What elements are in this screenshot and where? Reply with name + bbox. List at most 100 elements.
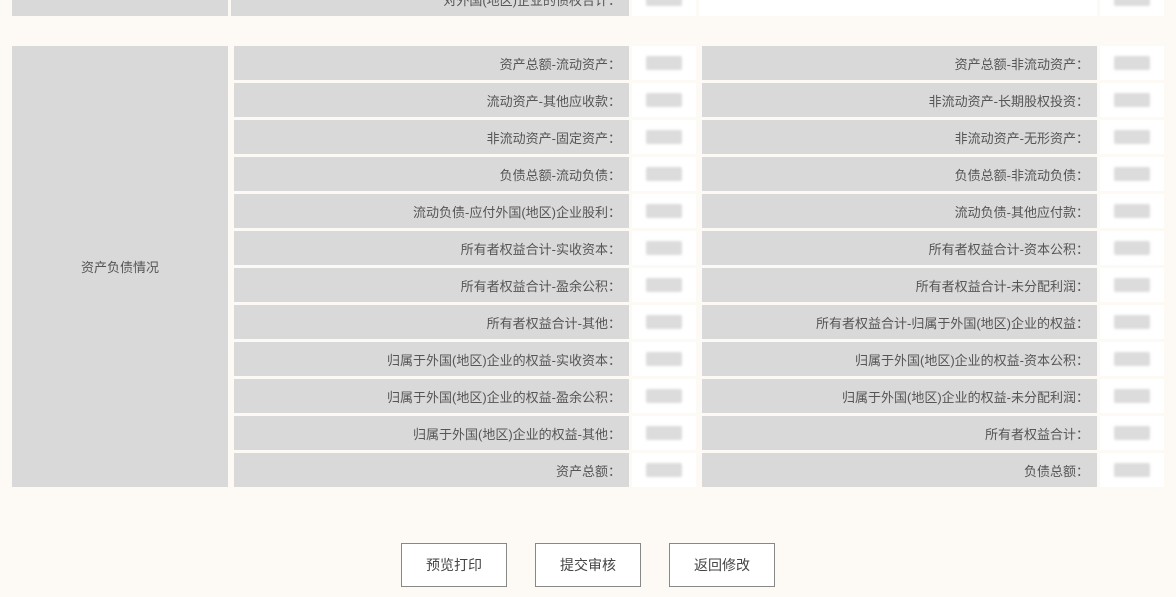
return-modify-button[interactable]: 返回修改 — [669, 543, 775, 587]
pair-right: 非流动资产-无形资产： — [702, 120, 1164, 154]
value-blur — [646, 93, 682, 107]
pair-left: 归属于外国(地区)企业的权益-实收资本： — [234, 342, 696, 376]
submit-review-button[interactable]: 提交审核 — [535, 543, 641, 587]
preview-print-button[interactable]: 预览打印 — [401, 543, 507, 587]
top-partial-section: 对外国(地区)企业的债权合计： — [12, 0, 1164, 16]
pair-grid: 资产总额-流动资产： 资产总额-非流动资产： 流动资产-其他应收款： 非流动资产-长期… — [234, 46, 1164, 487]
form-value — [632, 416, 696, 450]
form-value — [1100, 46, 1164, 80]
pair-row: 所有者权益合计-实收资本： 所有者权益合计-资本公积： — [234, 231, 1164, 265]
value-blur — [646, 463, 682, 477]
value-blur — [1114, 56, 1150, 70]
value-blur — [1114, 426, 1150, 440]
main-row-container: 资产负债情况 资产总额-流动资产：资产总额-非流动资产：流动资产-其他应收款：非… — [12, 46, 1164, 487]
top-row-blank-label — [699, 0, 1097, 16]
form-label: 所有者权益合计-未分配利润： — [702, 268, 1097, 302]
value-blur — [646, 130, 682, 144]
value-blur — [646, 389, 682, 403]
form-label: 所有者权益合计-实收资本： — [234, 231, 629, 265]
form-label: 负债总额-流动负债： — [234, 157, 629, 191]
form-label: 流动负债-其他应付款： — [702, 194, 1097, 228]
value-blur — [1114, 167, 1150, 181]
section-category-label: 资产负债情况 — [12, 46, 228, 487]
form-label: 非流动资产-长期股权投资： — [702, 83, 1097, 117]
form-value — [1100, 120, 1164, 154]
form-value — [632, 194, 696, 228]
pair-right: 资产总额-非流动资产： — [702, 46, 1164, 80]
form-label: 资产总额-流动资产： — [234, 46, 629, 80]
pair-row: 流动负债-应付外国(地区)企业股利： 流动负债-其他应付款： — [234, 194, 1164, 228]
top-row: 对外国(地区)企业的债权合计： — [12, 0, 1164, 16]
value-blur — [646, 278, 682, 292]
pair-right: 所有者权益合计-归属于外国(地区)企业的权益： — [702, 305, 1164, 339]
pair-left: 所有者权益合计-盈余公积： — [234, 268, 696, 302]
pair-right: 所有者权益合计-资本公积： — [702, 231, 1164, 265]
form-value — [632, 342, 696, 376]
form-label: 归属于外国(地区)企业的权益-未分配利润： — [702, 379, 1097, 413]
form-label: 资产总额-非流动资产： — [702, 46, 1097, 80]
value-blur — [646, 241, 682, 255]
pair-left: 所有者权益合计-实收资本： — [234, 231, 696, 265]
form-value — [632, 46, 696, 80]
pair-left: 资产总额-流动资产： — [234, 46, 696, 80]
form-label: 所有者权益合计-资本公积： — [702, 231, 1097, 265]
form-value — [632, 157, 696, 191]
pair-left: 非流动资产-固定资产： — [234, 120, 696, 154]
pair-row: 资产总额-流动资产： 资产总额-非流动资产： — [234, 46, 1164, 80]
form-value — [1100, 83, 1164, 117]
form-label: 资产总额： — [234, 453, 629, 487]
value-blur — [646, 204, 682, 218]
pair-left: 归属于外国(地区)企业的权益-盈余公积： — [234, 379, 696, 413]
form-value — [1100, 342, 1164, 376]
value-blur — [1114, 352, 1150, 366]
form-label: 非流动资产-无形资产： — [702, 120, 1097, 154]
value-blur — [646, 0, 682, 6]
value-blur — [646, 167, 682, 181]
pair-row: 负债总额-流动负债： 负债总额-非流动负债： — [234, 157, 1164, 191]
top-category-empty — [12, 0, 228, 16]
value-blur — [646, 426, 682, 440]
form-value — [1100, 268, 1164, 302]
value-blur — [1114, 204, 1150, 218]
main-section: 资产负债情况 资产总额-流动资产：资产总额-非流动资产：流动资产-其他应收款：非… — [12, 46, 1164, 487]
form-value — [632, 305, 696, 339]
pair-left: 资产总额： — [234, 453, 696, 487]
action-button-row: 预览打印 提交审核 返回修改 — [0, 543, 1176, 587]
pair-right: 归属于外国(地区)企业的权益-未分配利润： — [702, 379, 1164, 413]
value-blur — [646, 315, 682, 329]
form-label: 所有者权益合计-盈余公积： — [234, 268, 629, 302]
top-row-value — [632, 0, 696, 16]
form-label: 非流动资产-固定资产： — [234, 120, 629, 154]
pair-left: 负债总额-流动负债： — [234, 157, 696, 191]
pair-right: 所有者权益合计： — [702, 416, 1164, 450]
pair-left: 流动负债-应付外国(地区)企业股利： — [234, 194, 696, 228]
form-label: 流动资产-其他应收款： — [234, 83, 629, 117]
form-value — [1100, 305, 1164, 339]
form-label: 归属于外国(地区)企业的权益-实收资本： — [234, 342, 629, 376]
pair-right: 负债总额： — [702, 453, 1164, 487]
form-value — [1100, 416, 1164, 450]
pair-right: 非流动资产-长期股权投资： — [702, 83, 1164, 117]
pair-row: 资产总额： 负债总额： — [234, 453, 1164, 487]
value-blur — [1114, 130, 1150, 144]
form-label: 归属于外国(地区)企业的权益-盈余公积： — [234, 379, 629, 413]
pair-right: 负债总额-非流动负债： — [702, 157, 1164, 191]
value-blur — [1114, 0, 1150, 6]
pair-row: 归属于外国(地区)企业的权益-其他：所有者权益合计： — [234, 416, 1164, 450]
pair-row: 所有者权益合计-盈余公积： 所有者权益合计-未分配利润： — [234, 268, 1164, 302]
pair-right: 归属于外国(地区)企业的权益-资本公积： — [702, 342, 1164, 376]
pair-row: 归属于外国(地区)企业的权益-实收资本： 归属于外国(地区)企业的权益-资本公积： — [234, 342, 1164, 376]
form-label: 所有者权益合计： — [702, 416, 1097, 450]
form-value — [1100, 453, 1164, 487]
form-value — [632, 83, 696, 117]
value-blur — [1114, 278, 1150, 292]
value-blur — [646, 352, 682, 366]
form-value — [1100, 194, 1164, 228]
form-value — [632, 120, 696, 154]
value-blur — [1114, 389, 1150, 403]
pair-left: 所有者权益合计-其他： — [234, 305, 696, 339]
form-value — [632, 379, 696, 413]
form-label: 所有者权益合计-其他： — [234, 305, 629, 339]
form-label: 流动负债-应付外国(地区)企业股利： — [234, 194, 629, 228]
pair-left: 归属于外国(地区)企业的权益-其他： — [234, 416, 696, 450]
